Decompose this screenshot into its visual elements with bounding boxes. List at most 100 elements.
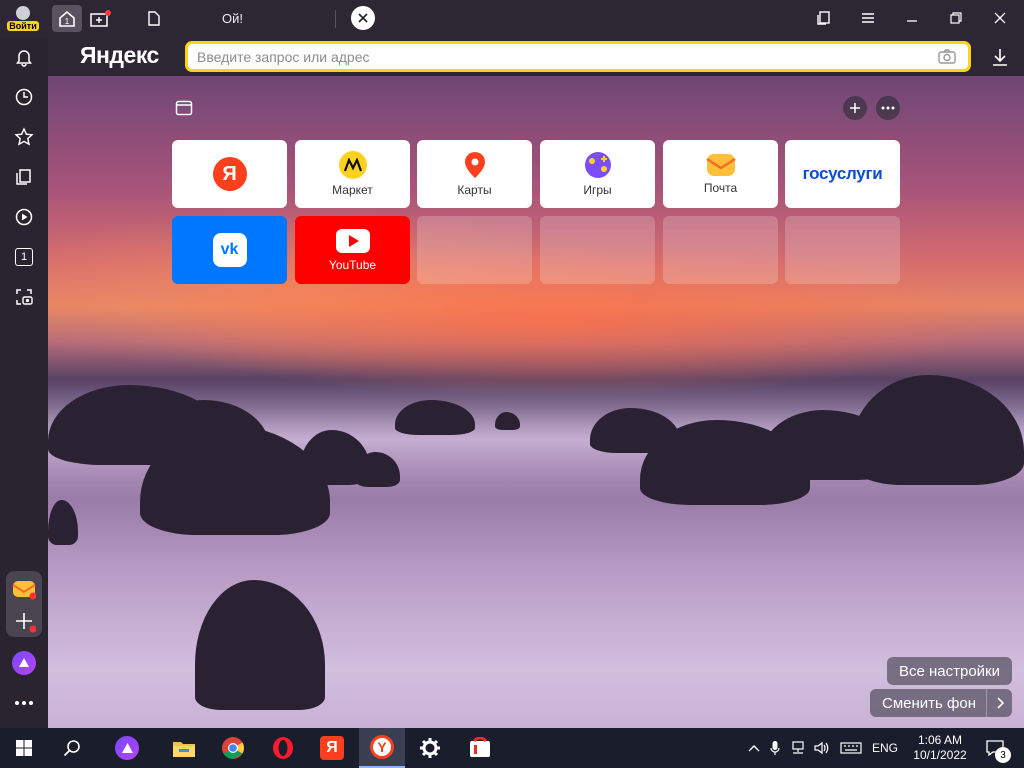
search-box[interactable]: [185, 41, 971, 72]
tile-label: Почта: [703, 181, 738, 195]
alice-icon: [115, 736, 139, 760]
tile-label: Карты: [457, 183, 492, 197]
tile-gosuslugi[interactable]: госуслуги: [785, 140, 900, 208]
taskbar-app[interactable]: [460, 732, 500, 764]
tile-empty[interactable]: [663, 216, 778, 284]
chrome-icon: [222, 737, 244, 759]
minimize-icon: [907, 20, 917, 22]
sidebar-item-history[interactable]: [10, 83, 38, 111]
sidebar-item-video[interactable]: [10, 203, 38, 231]
volume-icon[interactable]: [814, 741, 830, 755]
clock[interactable]: 1:06 AM 10/1/2022: [908, 728, 972, 768]
downloads-button[interactable]: [989, 46, 1011, 68]
tile-games[interactable]: Игры: [540, 140, 655, 208]
tile-empty[interactable]: [540, 216, 655, 284]
tab-title[interactable]: Ой!: [222, 11, 243, 26]
hamburger-icon: [862, 13, 874, 23]
change-background-label: Сменить фон: [882, 694, 976, 712]
sidebar-item-notifications[interactable]: [10, 43, 38, 71]
action-center-button[interactable]: 3: [980, 728, 1011, 768]
avatar: [16, 6, 30, 20]
change-background-button[interactable]: Сменить фон: [870, 689, 1012, 717]
taskbar-chrome[interactable]: [213, 732, 253, 764]
tile-empty[interactable]: [785, 216, 900, 284]
taskbar: Я Y ENG 1:06 AM 10/1/2022 3: [0, 728, 1024, 768]
menu-button[interactable]: [853, 6, 883, 30]
download-icon: [993, 49, 1007, 66]
chevron-up-icon[interactable]: [748, 743, 760, 753]
close-window-button[interactable]: [985, 6, 1015, 30]
mail-icon: [705, 154, 736, 176]
taskbar-opera[interactable]: [263, 732, 303, 764]
tile-mail[interactable]: Почта: [663, 140, 778, 208]
collections-icon: [16, 169, 31, 185]
next-background-button[interactable]: [986, 689, 1012, 717]
microphone-icon[interactable]: [770, 740, 780, 756]
yandex-logo-icon: Я: [212, 157, 247, 191]
tiles-more-button[interactable]: [876, 96, 900, 120]
start-button[interactable]: [4, 732, 44, 764]
sidebar-item-tabs[interactable]: 1: [10, 243, 38, 271]
tile-maps[interactable]: Карты: [417, 140, 532, 208]
camera-search-icon[interactable]: [938, 49, 956, 64]
clock-icon: [15, 88, 33, 106]
tab-close-button[interactable]: [351, 6, 375, 30]
more-dots-icon: [15, 701, 33, 705]
keyboard-icon[interactable]: [840, 742, 862, 754]
taskbar-yandex[interactable]: Я: [312, 732, 352, 764]
taskbar-settings[interactable]: [410, 732, 450, 764]
background-wallpaper: [0, 0, 1024, 728]
youtube-icon: [335, 229, 370, 253]
search-icon: [63, 740, 80, 757]
page-icon: [148, 11, 160, 26]
clock-date: 10/1/2022: [913, 748, 967, 762]
taskbar-alice[interactable]: [107, 732, 147, 764]
taskbar-search-button[interactable]: [52, 732, 92, 764]
taskbar-yandex-browser-active[interactable]: Y: [359, 728, 405, 768]
tile-market[interactable]: Маркет: [295, 140, 410, 208]
market-icon: [338, 151, 367, 179]
sidebar-add-app-button[interactable]: [12, 609, 37, 633]
yandex-icon: Я: [320, 736, 344, 760]
collections-button[interactable]: [809, 6, 839, 30]
bell-icon: [16, 50, 32, 67]
login-button[interactable]: Войти: [4, 5, 42, 32]
new-tab-group-button[interactable]: [86, 5, 114, 32]
search-input[interactable]: [197, 48, 917, 65]
tab-page-icon: [145, 5, 163, 32]
tile-empty[interactable]: [417, 216, 532, 284]
windows-logo-icon: [16, 740, 32, 756]
home-tab-button[interactable]: 1: [52, 5, 82, 32]
sidebar-item-collections[interactable]: [10, 163, 38, 191]
restore-button[interactable]: [941, 6, 971, 30]
mail-icon: [12, 581, 37, 600]
restore-icon: [950, 12, 962, 24]
tile-label: Маркет: [332, 183, 373, 197]
tile-label: YouTube: [328, 258, 377, 272]
yandex-logo[interactable]: Яндекс: [80, 42, 159, 69]
sidebar-item-screenshot[interactable]: [10, 283, 38, 311]
alice-assistant-button[interactable]: [12, 651, 36, 675]
tab-panel-button[interactable]: [174, 98, 194, 118]
sidebar-item-bookmarks[interactable]: [10, 123, 38, 151]
star-icon: [14, 127, 34, 146]
vk-icon: vk: [212, 233, 247, 267]
close-icon: [358, 13, 368, 23]
sidebar-mail-app[interactable]: [12, 577, 37, 601]
tab-bar: Войти 1 Ой!: [0, 0, 1024, 38]
tile-yandex[interactable]: Я: [172, 140, 287, 208]
gosuslugi-logo: госуслуги: [802, 164, 883, 183]
sidebar-more-button[interactable]: [12, 693, 36, 713]
tile-youtube[interactable]: YouTube: [295, 216, 410, 284]
add-tile-button[interactable]: [843, 96, 867, 120]
tile-vk[interactable]: vk: [172, 216, 287, 284]
tab-divider: [335, 10, 336, 28]
language-indicator[interactable]: ENG: [872, 741, 898, 755]
all-settings-button[interactable]: Все настройки: [886, 657, 1012, 685]
opera-icon: [273, 737, 293, 759]
taskbar-file-explorer[interactable]: [164, 732, 204, 764]
network-icon[interactable]: [790, 741, 806, 755]
minimize-button[interactable]: [897, 6, 927, 30]
screenshot-icon: [16, 289, 33, 305]
folder-icon: [173, 742, 195, 757]
